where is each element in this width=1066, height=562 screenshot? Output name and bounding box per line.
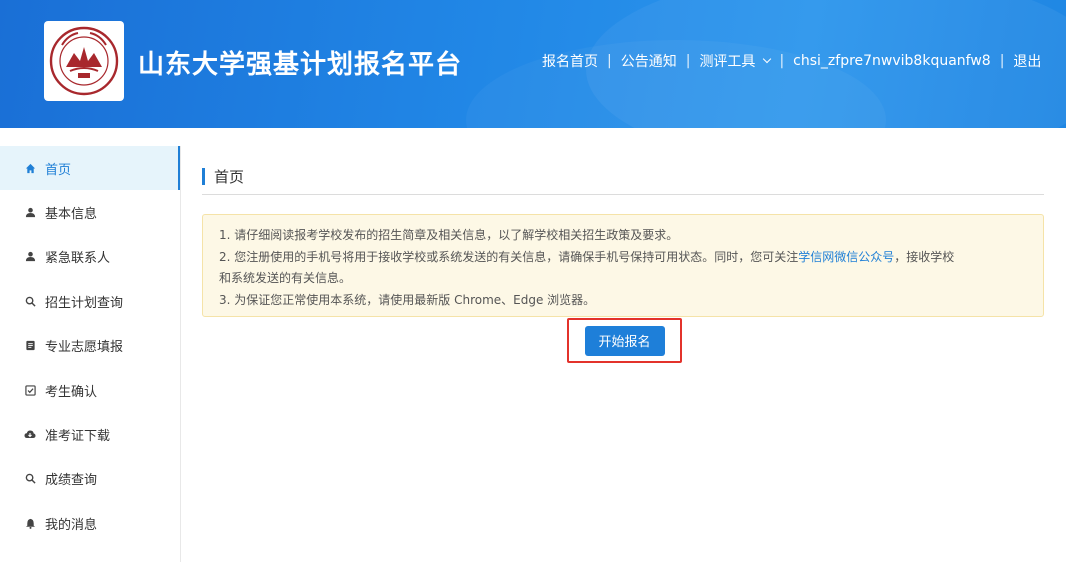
user-icon	[24, 207, 36, 219]
sidebar-item-label: 紧急联系人	[45, 251, 111, 267]
sidebar-item-admission-ticket[interactable]: 准考证下载	[0, 412, 180, 456]
main-content: 首页 1. 请仔细阅读报考学校发布的招生简章及相关信息，以了解学校相关招生政策及…	[202, 160, 1044, 363]
checkbox-icon	[24, 384, 36, 396]
notice-box: 1. 请仔细阅读报考学校发布的招生简章及相关信息，以了解学校相关招生政策及要求。…	[202, 214, 1044, 317]
sidebar-item-label: 招生计划查询	[45, 295, 124, 311]
page-header: 首页	[202, 160, 1044, 195]
start-registration-button[interactable]: 开始报名	[584, 325, 665, 356]
nav-separator: |	[779, 53, 785, 69]
sidebar-item-enrollment-plan[interactable]: 招生计划查询	[0, 279, 180, 323]
nav-separator: |	[999, 53, 1005, 69]
sidebar-item-label: 首页	[45, 162, 72, 178]
sidebar-item-label: 专业志愿填报	[45, 340, 124, 356]
top-nav: 报名首页 | 公告通知 | 测评工具 | chsi_zfpre7nwvib8kq…	[542, 51, 1041, 71]
user-icon	[24, 251, 36, 263]
chevron-down-icon	[763, 54, 772, 64]
bell-icon	[24, 517, 36, 529]
sidebar-item-label: 我的消息	[45, 517, 98, 533]
notice-line-2: 2. 您注册使用的手机号将用于接收学校或系统发送的有关信息，请确保手机号保持可用…	[219, 247, 1027, 269]
notice-line-3: 3. 为保证您正常使用本系统，请使用最新版 Chrome、Edge 浏览器。	[219, 292, 596, 307]
page-title: 首页	[214, 167, 245, 186]
nav-announcements-link[interactable]: 公告通知	[621, 51, 677, 71]
sidebar-item-major-preference[interactable]: 专业志愿填报	[0, 324, 180, 368]
sidebar-item-label: 基本信息	[45, 207, 98, 223]
nav-home-link[interactable]: 报名首页	[542, 51, 598, 71]
home-icon	[24, 162, 36, 174]
header-banner: 山东大学强基计划报名平台 报名首页 | 公告通知 | 测评工具 | chsi_z…	[0, 0, 1066, 128]
sidebar-item-my-messages[interactable]: 我的消息	[0, 501, 180, 545]
sidebar-item-emergency-contact[interactable]: 紧急联系人	[0, 235, 180, 279]
sidebar-item-label: 成绩查询	[45, 473, 98, 489]
search-icon	[24, 295, 36, 307]
document-icon	[24, 340, 36, 352]
notice-line-2-continued: 和系统发送的有关信息。	[219, 271, 352, 285]
search-icon	[24, 473, 36, 485]
nav-separator: |	[607, 53, 612, 69]
notice-line-2-text: 2. 您注册使用的手机号将用于接收学校或系统发送的有关信息，请确保手机号保持可用…	[219, 249, 799, 264]
nav-assessment-tools-dropdown[interactable]: 测评工具	[699, 51, 772, 71]
sidebar-item-candidate-confirm[interactable]: 考生确认	[0, 368, 180, 412]
nav-assessment-tools-label: 测评工具	[699, 54, 756, 70]
university-logo[interactable]	[44, 21, 124, 101]
nav-logout-link[interactable]: 退出	[1013, 51, 1041, 71]
nav-username[interactable]: chsi_zfpre7nwvib8kquanfw8	[793, 53, 991, 69]
nav-separator: |	[685, 53, 691, 69]
title-accent-bar	[202, 167, 205, 185]
sidebar-item-home[interactable]: 首页	[0, 146, 180, 191]
notice-line-2-tail: ，接收学校	[894, 249, 955, 264]
notice-line-1: 1. 请仔细阅读报考学校发布的招生简章及相关信息，以了解学校相关招生政策及要求。	[219, 228, 679, 242]
sidebar-item-basic-info[interactable]: 基本信息	[0, 190, 180, 234]
site-title: 山东大学强基计划报名平台	[138, 50, 463, 80]
sidebar-item-label: 准考证下载	[45, 429, 111, 445]
wechat-account-link[interactable]: 学信网微信公众号	[798, 250, 894, 264]
cloud-download-icon	[24, 429, 36, 441]
sidebar-item-score-query[interactable]: 成绩查询	[0, 457, 180, 501]
sidebar-item-label: 考生确认	[45, 384, 98, 400]
sidebar: 首页 基本信息 紧急联系人 招生计划查询 专业志愿填报 考生确认 准考证下载 成…	[0, 146, 181, 562]
university-seal-icon	[49, 26, 119, 96]
start-button-highlight: 开始报名	[567, 318, 682, 363]
